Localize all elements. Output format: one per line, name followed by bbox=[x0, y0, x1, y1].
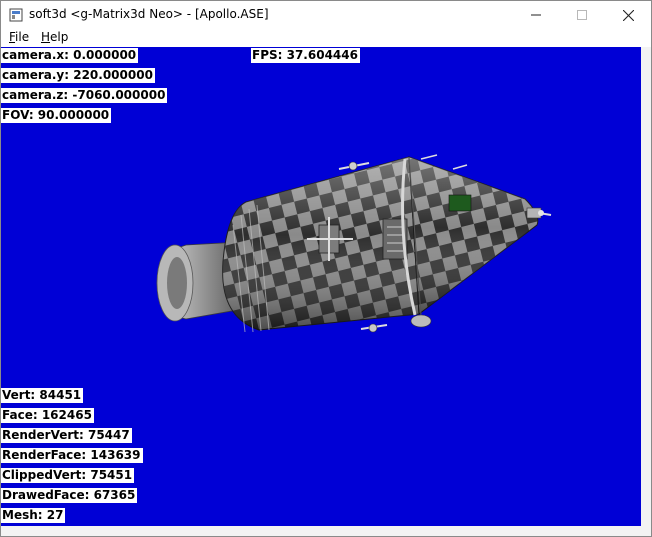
menu-bar: File Help bbox=[1, 29, 651, 47]
window-title: soft3d <g-Matrix3d Neo> - [Apollo.ASE] bbox=[29, 7, 269, 21]
minimize-button[interactable] bbox=[513, 1, 559, 29]
hud-fov: FOV: 90.000000 bbox=[1, 108, 112, 123]
close-icon bbox=[622, 9, 634, 21]
minimize-icon bbox=[531, 14, 541, 16]
maximize-icon bbox=[577, 10, 587, 20]
app-window: soft3d <g-Matrix3d Neo> - [Apollo.ASE] F… bbox=[0, 0, 652, 537]
hud-vert: Vert: 84451 bbox=[1, 388, 84, 403]
maximize-button[interactable] bbox=[559, 1, 605, 29]
command-module bbox=[401, 156, 552, 316]
app-icon bbox=[9, 8, 23, 22]
menu-help-accel: H bbox=[41, 30, 51, 44]
hud-camera-z: camera.z: -7060.000000 bbox=[1, 88, 168, 103]
title-bar[interactable]: soft3d <g-Matrix3d Neo> - [Apollo.ASE] bbox=[1, 1, 651, 29]
hud-fps: FPS: 37.604446 bbox=[251, 48, 360, 63]
hud-clipped-vert: ClippedVert: 75451 bbox=[1, 468, 135, 483]
service-module bbox=[222, 156, 420, 333]
close-button[interactable] bbox=[605, 1, 651, 29]
hud-drawed-face: DrawedFace: 67365 bbox=[1, 488, 138, 503]
hud-mesh: Mesh: 27 bbox=[1, 508, 66, 523]
menu-help-label: elp bbox=[50, 30, 69, 44]
hud-camera-x: camera.x: 0.000000 bbox=[1, 48, 139, 63]
hud-camera-y: camera.y: 220.000000 bbox=[1, 68, 155, 83]
render-viewport[interactable]: camera.x: 0.000000 camera.y: 220.000000 … bbox=[1, 47, 641, 526]
menu-help[interactable]: Help bbox=[39, 30, 70, 44]
menu-file-label: ile bbox=[15, 30, 30, 44]
hud-render-face: RenderFace: 143639 bbox=[1, 448, 143, 463]
menu-file[interactable]: File bbox=[7, 30, 31, 44]
hud-face: Face: 162465 bbox=[1, 408, 94, 423]
hud-render-vert: RenderVert: 75447 bbox=[1, 428, 132, 443]
